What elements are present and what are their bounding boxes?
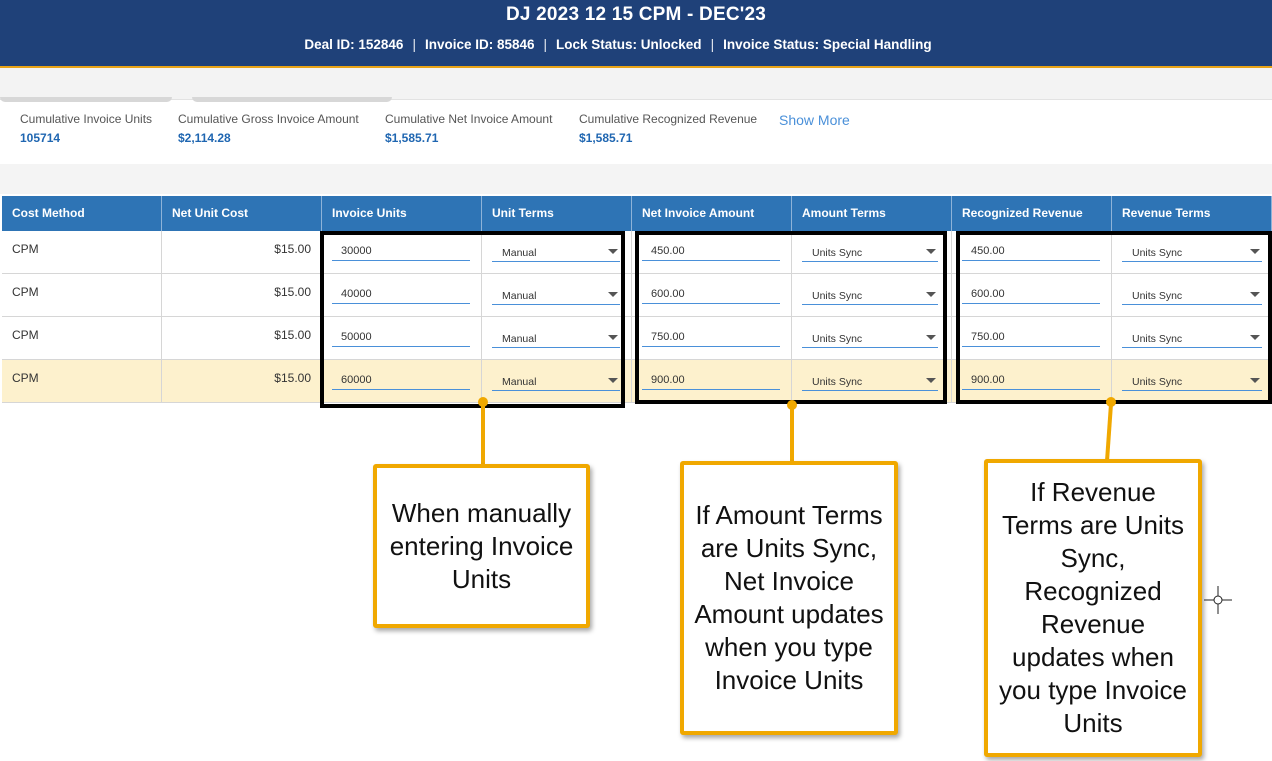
cost-method-text: CPM xyxy=(12,242,39,256)
summary-invoice-units: Cumulative Invoice Units 105714 xyxy=(20,112,152,145)
invoice-id: Invoice ID: 85846 xyxy=(424,37,535,52)
crosshair-cursor-icon xyxy=(1204,586,1232,614)
col-header-amount-terms[interactable]: Amount Terms xyxy=(792,196,952,231)
tab-ghost xyxy=(192,97,392,102)
cell-cost-method: CPM xyxy=(2,274,162,317)
callout-text: If Amount Terms are Units Sync, Net Invo… xyxy=(694,500,884,695)
cell-net-unit-cost: $15.00 xyxy=(162,274,322,317)
invoice-status: Invoice Status: Special Handling xyxy=(723,37,932,52)
cost-method-text: CPM xyxy=(12,285,39,299)
summary-value: 105714 xyxy=(20,131,61,145)
summary-label: Cumulative Recognized Revenue xyxy=(579,112,758,126)
highlight-box-amount xyxy=(635,231,947,404)
summary-label: Cumulative Gross Invoice Amount xyxy=(178,112,359,126)
col-header-net-unit-cost[interactable]: Net Unit Cost xyxy=(162,196,322,231)
col-header-recognized-revenue[interactable]: Recognized Revenue xyxy=(952,196,1112,231)
cell-net-unit-cost: $15.00 xyxy=(162,231,322,274)
cell-net-unit-cost: $15.00 xyxy=(162,360,322,403)
cell-cost-method: CPM xyxy=(2,360,162,403)
highlight-box-invoice-units xyxy=(320,231,625,408)
cost-method-text: CPM xyxy=(12,371,39,385)
col-header-invoice-units[interactable]: Invoice Units xyxy=(322,196,482,231)
callout-revenue-terms: If Revenue Terms are Units Sync, Recogni… xyxy=(984,459,1202,757)
col-header-cost-method[interactable]: Cost Method xyxy=(2,196,162,231)
net-unit-cost-text: $15.00 xyxy=(274,285,311,299)
deal-id: Deal ID: 152846 xyxy=(304,37,404,52)
tab-ghost xyxy=(0,97,172,102)
header-meta: Deal ID: 152846 | Invoice ID: 85846 | Lo… xyxy=(0,37,1272,52)
summary-gross-invoice-amount: Cumulative Gross Invoice Amount $2,114.2… xyxy=(178,112,359,145)
summary-label: Cumulative Invoice Units xyxy=(20,112,153,126)
summary-value: $1,585.71 xyxy=(385,131,439,145)
connector-line xyxy=(481,404,485,466)
separator: | xyxy=(543,37,548,52)
show-more-link[interactable]: Show More xyxy=(779,112,850,128)
cost-method-text: CPM xyxy=(12,328,39,342)
toolbar-strip xyxy=(0,68,1272,100)
highlight-box-revenue xyxy=(956,231,1272,404)
summary-recognized-revenue: Cumulative Recognized Revenue $1,585.71 xyxy=(579,112,757,145)
cell-cost-method: CPM xyxy=(2,231,162,274)
separator: | xyxy=(412,37,416,52)
col-header-net-invoice-amount[interactable]: Net Invoice Amount xyxy=(632,196,792,231)
net-unit-cost-text: $15.00 xyxy=(274,242,311,256)
callout-text: When manually entering Invoice Units xyxy=(389,497,574,594)
separator: | xyxy=(710,37,715,52)
summary-net-invoice-amount: Cumulative Net Invoice Amount $1,585.71 xyxy=(385,112,552,145)
net-unit-cost-text: $15.00 xyxy=(274,371,311,385)
cell-cost-method: CPM xyxy=(2,317,162,360)
callout-text: If Revenue Terms are Units Sync, Recogni… xyxy=(999,477,1187,738)
net-unit-cost-text: $15.00 xyxy=(274,328,311,342)
callout-amount-terms: If Amount Terms are Units Sync, Net Invo… xyxy=(680,461,898,735)
summary-value: $1,585.71 xyxy=(579,131,633,145)
section-band xyxy=(0,164,1272,194)
summary-value: $2,114.28 xyxy=(178,131,231,145)
col-header-unit-terms[interactable]: Unit Terms xyxy=(482,196,632,231)
page-header: DJ 2023 12 15 CPM - DEC'23 Deal ID: 1528… xyxy=(0,0,1272,68)
connector-line xyxy=(1105,403,1113,462)
col-header-revenue-terms[interactable]: Revenue Terms xyxy=(1112,196,1272,231)
cell-net-unit-cost: $15.00 xyxy=(162,317,322,360)
lock-status: Lock Status: Unlocked xyxy=(556,37,702,52)
callout-invoice-units: When manually entering Invoice Units xyxy=(373,464,590,628)
connector-line xyxy=(790,407,794,463)
summary-label: Cumulative Net Invoice Amount xyxy=(385,112,553,126)
page-title: DJ 2023 12 15 CPM - DEC'23 xyxy=(505,4,766,25)
